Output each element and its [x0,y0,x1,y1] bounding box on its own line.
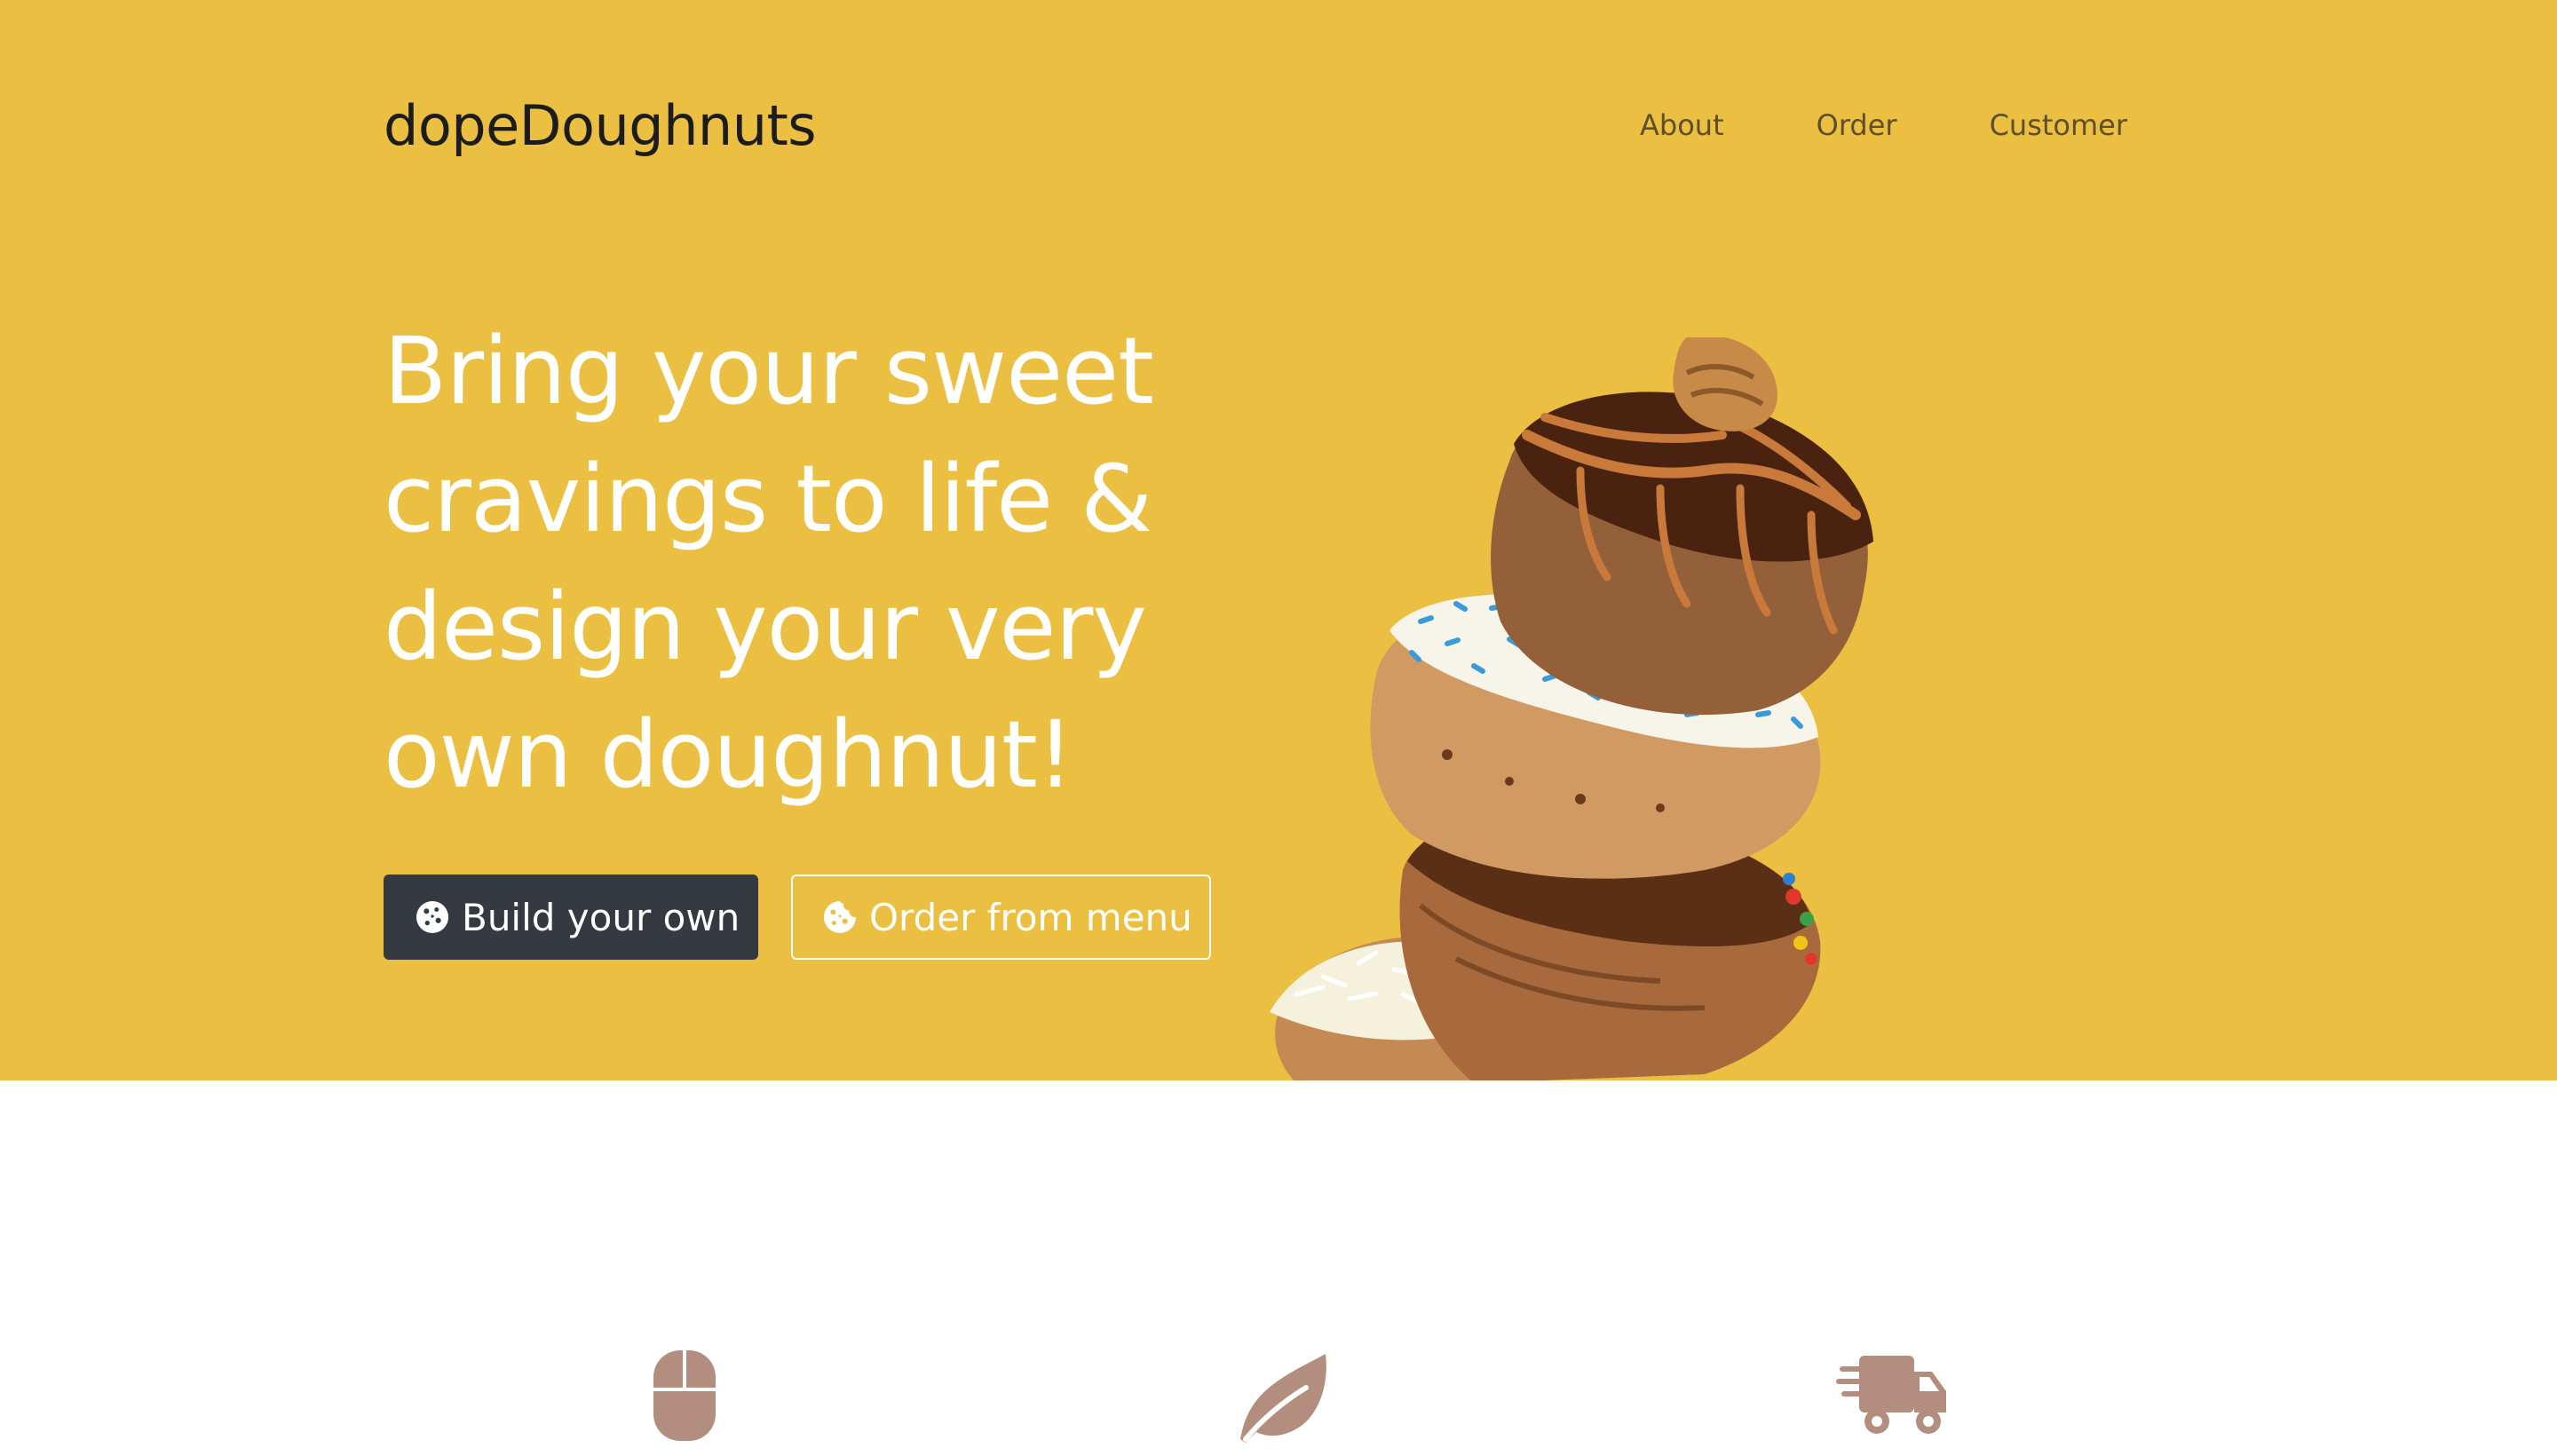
build-your-own-button[interactable]: Build your own [384,874,758,960]
nav-link-about[interactable]: About [1640,103,1724,147]
hero-headline: Bring your sweet cravings to life & desi… [384,307,1236,819]
cookie-icon [416,900,449,934]
brand-logo[interactable]: dopeDoughnuts [384,91,817,162]
stacked-doughnuts-image [1270,337,1873,1080]
features-section [0,1080,2557,1456]
page: dopeDoughnuts About Order Customer Bring… [0,0,2557,1456]
build-your-own-label: Build your own [462,895,740,939]
caramel-doughnut-top [1491,337,1873,716]
nav-link-customer[interactable]: Customer [1990,103,2127,147]
headline-line: own doughnut! [384,700,1073,809]
order-from-menu-label: Order from menu [869,895,1192,939]
headline-line: cravings to life & [384,445,1152,553]
hero-section: dopeDoughnuts About Order Customer Bring… [0,0,2557,1080]
main-nav: About Order Customer [1548,103,2127,147]
headline-line: design your very [384,573,1147,681]
headline-line: Bring your sweet [384,317,1154,425]
shipping-fast-icon [1836,1356,1946,1434]
mouse-icon [653,1350,716,1441]
order-from-menu-button[interactable]: Order from menu [791,874,1211,960]
leaf-icon [1240,1354,1326,1443]
cookie-bite-icon [823,900,857,934]
nav-link-order[interactable]: Order [1817,103,1897,147]
